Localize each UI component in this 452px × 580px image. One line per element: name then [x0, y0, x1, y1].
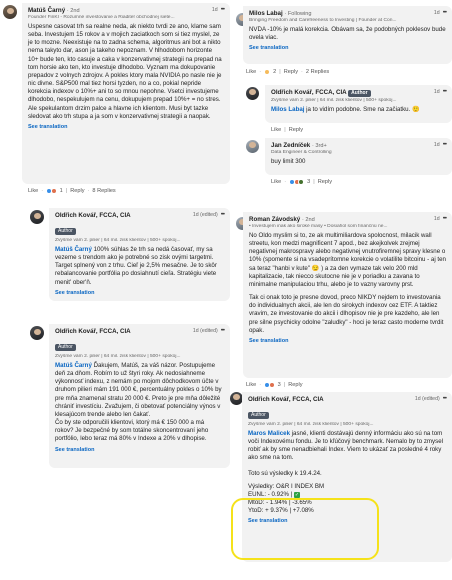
- author-name[interactable]: Jan Zedníček · 3rd+: [271, 142, 446, 149]
- comment-jan: Jan Zedníček · 3rd+ Data Engineer & Cont…: [265, 138, 452, 175]
- more-options-icon[interactable]: •••: [443, 142, 447, 148]
- comment-time: 1d (edited) •••: [192, 212, 225, 218]
- comment-time: 1d •••: [433, 10, 447, 16]
- like-button[interactable]: Like: [28, 188, 38, 194]
- author-name[interactable]: Roman Závodský · 2nd: [249, 216, 446, 223]
- comment-text: Matúš Čarný Ďakujem, Matúš, za váš názor…: [55, 362, 222, 443]
- like-button[interactable]: Like: [271, 179, 281, 185]
- reaction-count: 1: [59, 188, 63, 194]
- comment-actions: Like · 2 | Reply · 2 Replies: [246, 69, 330, 75]
- author-subtitle: Zvýšme vám 2. pilier | 64 mil. zisk klie…: [248, 422, 374, 427]
- comment-text: buy limit 300: [271, 158, 306, 165]
- mention-link[interactable]: Matúš Čarný: [55, 246, 92, 253]
- reply-button[interactable]: Reply: [284, 69, 298, 75]
- mention-link[interactable]: Maros Malicek: [248, 430, 290, 437]
- author-badge: Author: [248, 412, 269, 419]
- replies-count[interactable]: 8 Replies: [92, 188, 115, 194]
- comment-text: NVDA -10% je malá korekcia. Obávam sa, ž…: [249, 26, 446, 42]
- see-translation-link[interactable]: See translation: [55, 447, 224, 453]
- comment-actions: Like | Reply: [271, 127, 304, 133]
- author-subtitle: Data Engineer & Controlling: [271, 150, 332, 155]
- comment-matus: Matúš Čarný · 2nd Founder FinKI - Rozumn…: [22, 3, 230, 184]
- comment-time: 1d •••: [433, 89, 447, 95]
- reaction-icons[interactable]: [289, 179, 305, 185]
- like-button[interactable]: Like: [271, 127, 281, 133]
- author-badge: Author: [348, 90, 371, 97]
- reply-button[interactable]: Reply: [289, 127, 303, 133]
- comment-actions: Like · 1 | Reply · 8 Replies: [28, 188, 116, 194]
- celebrate-reaction-icon: [268, 382, 275, 388]
- author-badge: Author: [55, 344, 76, 351]
- insightful-reaction-icon: [264, 69, 271, 75]
- author-subtitle: Zvýšme vám 2. pilier | 64 mil. zisk klie…: [55, 354, 181, 359]
- reaction-count: 3: [307, 179, 311, 185]
- celebrate-reaction-icon: [50, 188, 57, 194]
- comment-actions: Like · 3 | Reply: [246, 382, 303, 388]
- comment-time: 1d (edited) •••: [414, 396, 447, 402]
- author-subtitle: Zvýšme vám 2. pilier | 64 mil. zisk klie…: [271, 98, 397, 103]
- reaction-count: 2: [273, 69, 277, 75]
- more-options-icon[interactable]: •••: [443, 216, 447, 222]
- author-subtitle: • Investujem inak ako široké masy • Dosi…: [249, 224, 388, 229]
- author-name[interactable]: Milos Labaj · Following: [249, 10, 446, 17]
- more-options-icon[interactable]: •••: [443, 396, 447, 402]
- comment-text: Milos Labaj ja to vidím podobne. Sme na …: [271, 106, 420, 113]
- comment-time: 1d •••: [433, 142, 447, 148]
- author-badge: Author: [55, 228, 76, 235]
- results-highlight: [231, 498, 379, 560]
- reply-button[interactable]: Reply: [318, 179, 332, 185]
- comment-roman: Roman Závodský · 2nd • Investujem inak a…: [243, 212, 452, 378]
- avatar[interactable]: [30, 326, 44, 340]
- comment-time: 1d •••: [433, 216, 447, 222]
- comment-oldrich-1: Oldřich Kovář, FCCA, CIA Author Zvýšme v…: [49, 208, 230, 301]
- reply-button[interactable]: Reply: [288, 382, 302, 388]
- reaction-count: 3: [277, 382, 281, 388]
- see-translation-link[interactable]: See translation: [249, 338, 446, 344]
- more-options-icon[interactable]: •••: [443, 89, 447, 95]
- comment-time: 1d (edited) •••: [192, 328, 225, 334]
- comment-time: 1d •••: [211, 7, 225, 13]
- see-translation-link[interactable]: See translation: [55, 290, 224, 296]
- more-options-icon[interactable]: •••: [221, 212, 225, 218]
- like-button[interactable]: Like: [246, 382, 256, 388]
- mention-link[interactable]: Milos Labaj: [271, 106, 304, 113]
- see-translation-link[interactable]: See translation: [249, 45, 446, 51]
- support-reaction-icon: [298, 179, 305, 185]
- comment-actions: Like · 3 | Reply: [271, 179, 333, 185]
- avatar[interactable]: [246, 140, 259, 153]
- reaction-icons[interactable]: [264, 69, 271, 75]
- comment-oldrich-2: Oldřich Kovář, FCCA, CIA Author Zvýšme v…: [49, 324, 230, 468]
- comment-text: No Oldo myslim si to, ze ak multimiliard…: [249, 232, 446, 334]
- reaction-icons[interactable]: [46, 188, 57, 194]
- like-button[interactable]: Like: [246, 69, 256, 75]
- author-name[interactable]: Matúš Čarný · 2nd: [28, 7, 224, 14]
- comment-text: Matúš Čarný 100% súhlas že trh sa nedá č…: [55, 246, 217, 286]
- comment-milos: Milos Labaj · Following Bringing Freedom…: [243, 6, 452, 64]
- comment-text: Uspesne casovat trh sa realne neda, ak n…: [28, 23, 222, 120]
- replies-count[interactable]: 2 Replies: [306, 69, 329, 75]
- more-options-icon[interactable]: •••: [443, 10, 447, 16]
- mention-link[interactable]: Matúš Čarný: [55, 362, 92, 369]
- more-options-icon[interactable]: •••: [221, 7, 225, 13]
- comment-text: Maros Malicek jasné, klienti dostávajú d…: [248, 430, 443, 462]
- reply-button[interactable]: Reply: [70, 188, 84, 194]
- avatar[interactable]: [3, 5, 17, 19]
- see-translation-link[interactable]: See translation: [28, 124, 224, 130]
- author-name[interactable]: Oldřich Kovář, FCCA, CIA Author: [271, 89, 446, 97]
- author-subtitle: Zvýšme vám 2. pilier | 64 mil. zisk klie…: [55, 238, 181, 243]
- avatar[interactable]: [30, 210, 44, 224]
- avatar[interactable]: [246, 87, 259, 100]
- reaction-icons[interactable]: [264, 382, 275, 388]
- author-subtitle: Bringing Freedom and Carefreeness to Inv…: [249, 18, 397, 23]
- author-subtitle: Founder FinKI - Rozumné investovanie a R…: [28, 15, 175, 20]
- comment-oldrich-reply: Oldřich Kovář, FCCA, CIA Author Zvýšme v…: [265, 85, 452, 123]
- more-options-icon[interactable]: •••: [221, 328, 225, 334]
